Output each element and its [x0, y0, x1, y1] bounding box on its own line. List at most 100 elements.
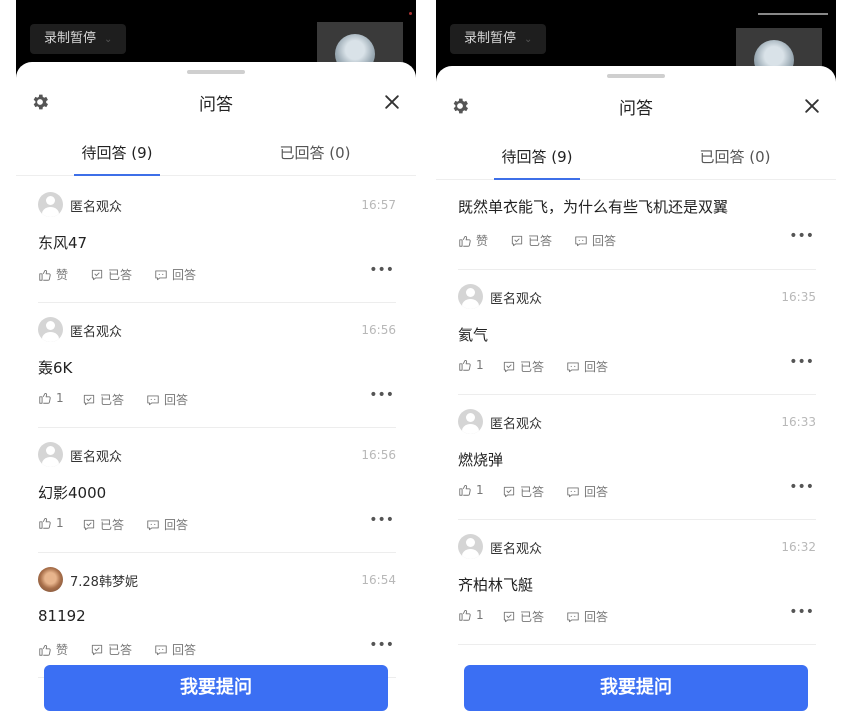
- like-count: 赞: [476, 234, 489, 248]
- timestamp: 16:56: [361, 323, 396, 337]
- mark-answered-button[interactable]: 已答: [82, 391, 124, 408]
- mark-answered-button[interactable]: 已答: [82, 516, 124, 533]
- check-box-icon: [503, 361, 515, 372]
- user-row: 匿名观众 16:56: [38, 317, 396, 343]
- reply-button[interactable]: 回答: [154, 266, 196, 283]
- like-button[interactable]: 1: [38, 516, 64, 530]
- like-button[interactable]: 1: [458, 358, 484, 372]
- like-button[interactable]: 赞: [38, 266, 68, 283]
- mark-answered-label: 已答: [528, 234, 553, 248]
- ask-question-button[interactable]: 我要提问: [464, 665, 808, 711]
- question-list[interactable]: 既然单衣能飞，为什么有些飞机还是双翼 赞 已答 回答 ••• 匿名观众 16:3…: [436, 182, 836, 721]
- record-pause-pill[interactable]: 录制暂停 ⌄: [450, 24, 547, 54]
- question-text: 燃烧弹: [458, 451, 504, 469]
- question-text: 轰6K: [38, 359, 73, 377]
- more-icon[interactable]: •••: [369, 262, 394, 278]
- status-line: [758, 13, 828, 15]
- timestamp: 16:32: [781, 540, 816, 554]
- mark-answered-button[interactable]: 已答: [502, 358, 544, 375]
- question-list[interactable]: 匿名观众 16:57 东风47 赞 已答 回答 ••• 匿名观众 16:56 轰…: [16, 178, 416, 721]
- item-actions: 1 已答 回答 •••: [38, 512, 396, 534]
- user-row: 匿名观众 16:57: [38, 192, 396, 218]
- close-icon[interactable]: [382, 92, 402, 112]
- mark-answered-label: 已答: [520, 485, 545, 499]
- reply-button[interactable]: 回答: [566, 358, 608, 375]
- reply-button[interactable]: 回答: [146, 516, 188, 533]
- like-button[interactable]: 1: [38, 391, 64, 405]
- item-actions: 1 已答 回答 •••: [458, 479, 816, 501]
- page-title: 问答: [619, 99, 653, 119]
- tab-pending[interactable]: 待回答 (9): [42, 142, 192, 163]
- chevron-icon: ⌄: [104, 34, 113, 45]
- question-text: 既然单衣能飞，为什么有些飞机还是双翼: [458, 198, 729, 216]
- mark-answered-label: 已答: [100, 393, 125, 407]
- reply-button[interactable]: 回答: [566, 608, 608, 625]
- timestamp: 16:54: [361, 573, 396, 587]
- more-icon[interactable]: •••: [369, 387, 394, 403]
- like-count: 赞: [56, 643, 69, 657]
- user-row: 匿名观众 16:33: [458, 409, 816, 435]
- list-item: 匿名观众 16:56 轰6K 1 已答 回答 •••: [38, 303, 396, 428]
- like-button[interactable]: 1: [458, 483, 484, 497]
- status-dot: [409, 12, 412, 15]
- reply-label: 回答: [584, 485, 609, 499]
- list-item: 7.28韩梦妮 16:54 81192 赞 已答 回答 •••: [38, 553, 396, 678]
- tab-answered[interactable]: 已回答 (0): [660, 146, 810, 167]
- user-row: 7.28韩梦妮 16:54: [38, 567, 396, 593]
- sheet-grabber[interactable]: [607, 74, 665, 78]
- more-icon[interactable]: •••: [369, 512, 394, 528]
- reply-label: 回答: [172, 268, 197, 282]
- mark-answered-button[interactable]: 已答: [510, 232, 552, 249]
- user-row: 匿名观众 16:56: [38, 442, 396, 468]
- comment-icon: [567, 486, 579, 497]
- more-icon[interactable]: •••: [789, 479, 814, 495]
- close-icon[interactable]: [802, 96, 822, 116]
- reply-label: 回答: [164, 518, 189, 532]
- list-item: 既然单衣能飞，为什么有些飞机还是双翼 赞 已答 回答 •••: [458, 182, 816, 270]
- sheet-grabber[interactable]: [187, 70, 245, 74]
- comment-icon: [147, 519, 159, 530]
- record-pause-pill[interactable]: 录制暂停 ⌄: [30, 24, 127, 54]
- check-box-icon: [91, 269, 103, 280]
- thumbs-up-icon: [39, 518, 51, 529]
- comment-icon: [567, 611, 579, 622]
- reply-button[interactable]: 回答: [574, 232, 616, 249]
- mark-answered-button[interactable]: 已答: [502, 608, 544, 625]
- timestamp: 16:56: [361, 448, 396, 462]
- mark-answered-button[interactable]: 已答: [90, 266, 132, 283]
- comment-icon: [155, 269, 167, 280]
- list-item: 匿名观众 16:35 氦气 1 已答 回答 •••: [458, 270, 816, 395]
- reply-label: 回答: [172, 643, 197, 657]
- question-text: 齐柏林飞艇: [458, 576, 534, 594]
- tab-answered[interactable]: 已回答 (0): [240, 142, 390, 163]
- like-button[interactable]: 赞: [458, 232, 488, 249]
- more-icon[interactable]: •••: [789, 354, 814, 370]
- more-icon[interactable]: •••: [789, 604, 814, 620]
- reply-button[interactable]: 回答: [566, 483, 608, 500]
- reply-button[interactable]: 回答: [146, 391, 188, 408]
- thumbs-up-icon: [459, 485, 471, 496]
- item-actions: 赞 已答 回答 •••: [38, 262, 396, 284]
- thumbs-up-icon: [39, 644, 51, 656]
- mark-answered-button[interactable]: 已答: [502, 483, 544, 500]
- ask-question-button[interactable]: 我要提问: [44, 665, 388, 711]
- list-item: 匿名观众 16:56 幻影4000 1 已答 回答 •••: [38, 428, 396, 553]
- item-actions: 1 已答 回答 •••: [458, 604, 816, 626]
- comment-icon: [575, 235, 587, 246]
- tab-pending[interactable]: 待回答 (9): [462, 146, 612, 167]
- item-actions: 赞 已答 回答 •••: [38, 637, 396, 659]
- reply-button[interactable]: 回答: [154, 641, 196, 658]
- thumbs-up-icon: [39, 393, 51, 404]
- like-button[interactable]: 赞: [38, 641, 68, 658]
- item-actions: 1 已答 回答 •••: [38, 387, 396, 409]
- like-button[interactable]: 1: [458, 608, 484, 622]
- mark-answered-button[interactable]: 已答: [90, 641, 132, 658]
- more-icon[interactable]: •••: [369, 637, 394, 653]
- record-pause-label: 录制暂停: [464, 31, 517, 46]
- user-name: 匿名观众: [70, 200, 123, 215]
- user-name: 7.28韩梦妮: [70, 575, 138, 590]
- chevron-icon: ⌄: [524, 34, 533, 45]
- more-icon[interactable]: •••: [789, 228, 814, 244]
- comment-icon: [567, 361, 579, 372]
- item-actions: 赞 已答 回答 •••: [458, 228, 816, 250]
